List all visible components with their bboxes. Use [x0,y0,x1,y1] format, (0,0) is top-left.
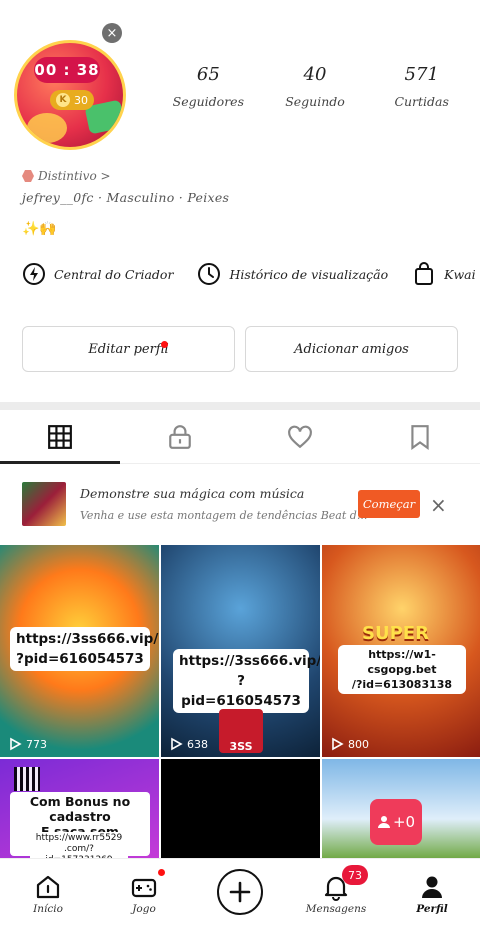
creator-center-label: Central do Criador [54,266,174,282]
bottom-nav: Início Jogo 73 Mensagens Perfil [0,858,480,926]
plus-icon [229,881,251,903]
view-count: 638 [169,737,208,751]
badge-label: Distintivo > [38,169,111,183]
nav-game[interactable]: Jogo [96,859,192,915]
history-label: Histórico de visualização [229,266,389,282]
likes-count: 571 [404,64,439,85]
quick-links: Central do Criador Histórico de visualiz… [22,262,480,286]
qr-code [14,767,40,791]
profile-actions: Editar perfil Adicionar amigos [22,326,458,372]
video-overlay-text: https://3ss666.vip/ ?pid=616054573 [10,627,158,671]
lock-icon [169,424,191,449]
profile-bio: ✨🙌 [22,221,57,237]
creator-center-link[interactable]: Central do Criador [22,262,173,286]
banner-title: Demonstre sua mágica com música [80,486,305,501]
clock-icon [198,263,221,285]
shopping-bag-icon [415,262,434,285]
video-tile[interactable] [161,759,320,859]
shop-link[interactable]: Kwai Sho [412,262,480,286]
live-timer: 00 : 38 [34,57,100,83]
game-thumbnail: 3SS [219,709,263,753]
add-friend-count: +0 [392,813,416,831]
grid-icon [48,424,72,449]
tab-videos[interactable] [0,410,120,464]
view-count-text: 638 [187,737,208,751]
content-tabs [0,410,480,464]
notification-dot [158,869,165,876]
heart-icon [288,425,312,448]
tab-private[interactable] [120,410,240,463]
nav-home-label: Início [33,903,63,915]
view-count-text: 773 [26,737,47,751]
video-tile[interactable]: Com Bonus no cadastro E saca sem depósit… [0,759,159,859]
video-tile[interactable]: https://3ss666.vip/ ?pid=616054573 3SS 6… [161,545,320,757]
close-icon[interactable]: × [102,23,122,43]
video-overlay-link: https://www.rr5529 .com/?id=157331269 [30,832,128,859]
shop-label: Kwai Sho [444,266,480,282]
view-count: 773 [8,737,47,751]
creator-center-icon [23,263,45,285]
edit-profile-button[interactable]: Editar perfil [22,326,235,372]
nav-home[interactable]: Início [0,859,96,915]
video-tile[interactable]: +0 [322,759,480,859]
banner-thumbnail [22,482,66,526]
edit-profile-label: Editar perfil [88,341,169,357]
bookmark-icon [411,424,429,450]
history-link[interactable]: Histórico de visualização [197,262,388,286]
gamepad-icon [131,878,157,898]
coin-count: 30 [74,93,88,107]
notification-dot [161,341,168,348]
followers-label: Seguidores [172,94,244,109]
profile-avatar[interactable]: 00 : 38 K 30 [12,40,130,150]
stat-likes[interactable]: 571 Curtidas [368,64,475,109]
banner-subtitle: Venha e use esta montagem de tendências … [80,509,368,522]
close-icon[interactable]: × [430,493,447,517]
video-overlay-text: https://3ss666.vip/ ?pid=616054573 [173,649,320,713]
add-friends-button[interactable]: Adicionar amigos [245,326,458,372]
music-banner[interactable]: Demonstre sua mágica com música Venha e … [0,476,480,536]
likes-label: Curtidas [394,94,449,109]
start-button[interactable]: Começar [358,490,420,518]
tab-liked[interactable] [240,410,360,463]
tab-saved[interactable] [360,410,480,463]
video-tile[interactable]: SUPER https://w1-csgopg.bet /?id=6130831… [322,545,480,757]
play-icon [10,737,22,751]
nav-create[interactable] [192,859,288,915]
badge-icon [22,170,34,182]
sparkle-decoration [27,113,67,143]
play-icon [332,737,344,751]
badge-link[interactable]: Distintivo > [22,169,111,183]
coin-badge: K 30 [50,90,94,110]
video-overlay-text: https://w1-csgopg.bet /?id=613083138 [338,645,466,694]
profile-stats: 65 Seguidores 40 Seguindo 571 Curtidas [155,64,475,109]
section-divider [0,402,480,410]
nav-messages[interactable]: 73 Mensagens [288,859,384,915]
view-count: 800 [330,737,369,751]
coin-icon: K [56,93,70,107]
home-icon [36,875,60,899]
followers-count: 65 [196,64,220,85]
person-icon [377,816,390,828]
super-headline: SUPER [362,623,429,644]
profile-meta: jefrey__0fc · Masculino · Peixes [22,190,230,205]
add-friend-button[interactable]: +0 [370,799,422,845]
view-count-text: 800 [348,737,369,751]
person-icon [422,876,442,898]
nav-profile[interactable]: Perfil [384,859,480,915]
video-grid: https://3ss666.vip/ ?pid=616054573 773 h… [0,545,480,859]
stat-followers[interactable]: 65 Seguidores [155,64,262,109]
messages-badge: 73 [342,865,368,885]
stat-following[interactable]: 40 Seguindo [262,64,369,109]
create-button[interactable] [217,869,263,915]
following-count: 40 [303,64,327,85]
play-icon [171,737,183,751]
nav-messages-label: Mensagens [305,903,367,915]
video-tile[interactable]: https://3ss666.vip/ ?pid=616054573 773 [0,545,159,757]
nav-game-label: Jogo [132,903,156,915]
nav-profile-label: Perfil [416,903,448,915]
following-label: Seguindo [285,94,345,109]
